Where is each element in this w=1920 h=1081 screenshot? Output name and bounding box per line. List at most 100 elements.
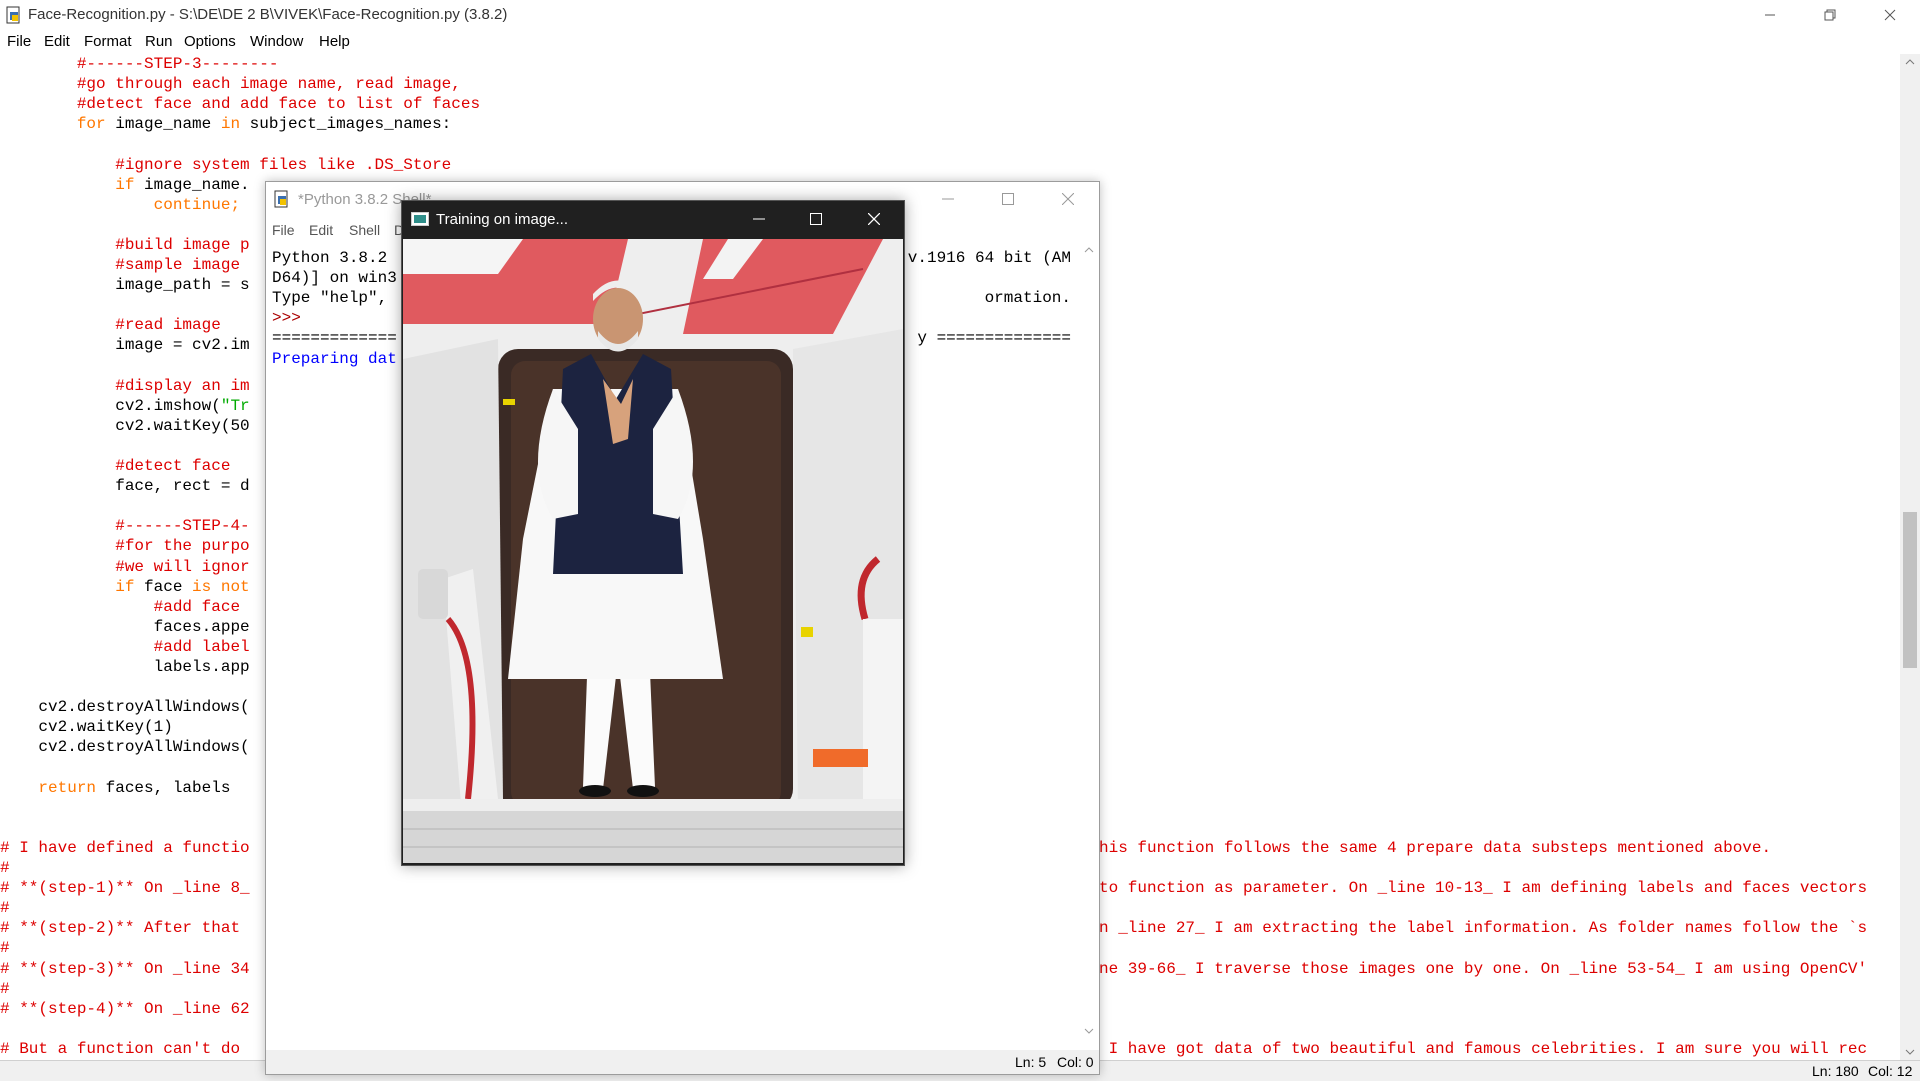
- menu-edit[interactable]: Edit: [44, 33, 70, 50]
- image-minimize-icon[interactable]: [753, 213, 765, 225]
- menu-file[interactable]: File: [7, 33, 31, 50]
- code-token: cv2.waitKey(1): [38, 718, 173, 737]
- code-line: cv2.destroyAllWindows(: [0, 737, 250, 757]
- code-line: # But a function can't do: [0, 1039, 240, 1059]
- code-token: #add label: [153, 637, 250, 656]
- image-window-title: Training on image...: [436, 211, 569, 228]
- code-line: faces.appe: [0, 617, 250, 637]
- code-token: #: [0, 979, 10, 998]
- code-line: return faces, labels: [0, 778, 230, 798]
- code-token: #we will ignor: [115, 557, 250, 576]
- minimize-button[interactable]: [1740, 0, 1800, 30]
- code-line: #ignore system files like .DS_Store: [0, 155, 451, 175]
- code-token: labels.app: [153, 658, 250, 676]
- code-comment-fragment: to function as parameter. On _line 10-13…: [1099, 879, 1868, 898]
- shell-line-left: =============: [272, 329, 397, 348]
- code-line: cv2.waitKey(50: [0, 416, 250, 436]
- shell-maximize-icon[interactable]: [1002, 193, 1014, 205]
- menu-run[interactable]: Run: [145, 33, 173, 50]
- code-line: face, rect = d: [0, 476, 249, 496]
- image-maximize-icon[interactable]: [810, 213, 822, 225]
- code-token: # But a function can't do: [0, 1039, 241, 1058]
- editor-vertical-scrollbar[interactable]: [1900, 54, 1920, 1060]
- shell-vertical-scrollbar[interactable]: [1079, 243, 1099, 1038]
- python-file-icon: [6, 6, 20, 24]
- code-token: image_name.: [134, 175, 250, 194]
- code-line: #: [0, 979, 10, 999]
- code-line: #for the purpo: [0, 536, 249, 556]
- code-line: #------STEP-4-: [0, 516, 249, 536]
- code-token: subject_images_names:: [240, 115, 452, 134]
- shell-line-right: v.1916 64 bit (AM: [907, 249, 1071, 267]
- code-token: face: [134, 577, 193, 596]
- shell-scroll-up-icon[interactable]: [1079, 243, 1099, 257]
- menu-window[interactable]: Window: [250, 33, 303, 50]
- restore-button[interactable]: [1800, 0, 1860, 30]
- python-shell-icon: [274, 190, 288, 208]
- image-window-titlebar[interactable]: Training on image...: [402, 201, 904, 238]
- shell-line-left: D64)] on win3: [272, 269, 397, 288]
- shell-line-left: Python 3.8.2: [272, 249, 397, 267]
- menu-format[interactable]: Format: [84, 33, 132, 50]
- code-token: is not: [192, 577, 250, 596]
- shell-menu-edit[interactable]: Edit: [309, 222, 333, 238]
- shell-line-left: Type "help",: [272, 289, 397, 308]
- code-token: #ignore system files like .DS_Store: [115, 155, 452, 174]
- code-token: cv2.destroyAllWindows(: [38, 698, 250, 717]
- code-comment-fragment: his function follows the same 4 prepare …: [1099, 838, 1772, 857]
- code-token: continue;: [153, 195, 241, 214]
- code-comment-fragment: n _line 27_ I am extracting the label in…: [1099, 919, 1868, 938]
- shell-minimize-icon[interactable]: [942, 193, 954, 205]
- code-token: cv2.waitKey(50: [115, 416, 250, 435]
- code-token: #------STEP-3--------: [76, 55, 279, 73]
- main-menubar: File Edit Format Run Options Window Help: [0, 30, 1920, 54]
- code-line: cv2.imshow("Tr: [0, 396, 249, 416]
- close-button[interactable]: [1860, 0, 1920, 30]
- code-line: image = cv2.im: [0, 335, 249, 355]
- shell-menu-file[interactable]: File: [272, 222, 295, 238]
- code-line: #sample image: [0, 255, 240, 275]
- shell-scroll-down-icon[interactable]: [1079, 1024, 1099, 1038]
- training-image-window[interactable]: Training on image...: [401, 200, 905, 866]
- code-line: cv2.waitKey(1): [0, 717, 173, 737]
- code-token: # **(step-2)** After that: [0, 919, 241, 938]
- code-line: cv2.destroyAllWindows(: [0, 697, 250, 717]
- main-window-titlebar[interactable]: Face-Recognition.py - S:\DE\DE 2 B\VIVEK…: [0, 0, 1920, 30]
- shell-close-icon[interactable]: [1062, 193, 1074, 205]
- training-photo: [403, 239, 903, 863]
- code-token: #: [0, 859, 10, 877]
- code-token: #: [0, 899, 10, 918]
- col-indicator: Col: 12: [1868, 1063, 1913, 1079]
- shell-menu-shell[interactable]: Shell: [349, 222, 380, 238]
- code-line: continue;: [0, 195, 240, 215]
- code-token: return: [38, 778, 97, 797]
- code-token: #: [0, 939, 10, 958]
- code-token: cv2.imshow(: [115, 396, 221, 415]
- code-token: #sample image: [115, 256, 241, 274]
- code-token: in: [220, 115, 241, 134]
- shell-line-right: ormation.: [984, 289, 1071, 308]
- code-line: # I have defined a functio: [0, 838, 250, 858]
- editor-scrollbar-thumb[interactable]: [1903, 512, 1917, 668]
- restore-icon: [1824, 9, 1836, 21]
- code-line: #: [0, 858, 10, 878]
- menu-help[interactable]: Help: [319, 33, 350, 50]
- code-token: # **(step-3)** On _line 34: [0, 959, 250, 978]
- code-token: image_path = s: [115, 276, 250, 295]
- code-token: #detect face and add face to list of fac…: [76, 95, 481, 114]
- image-close-icon[interactable]: [868, 213, 880, 225]
- code-token: #go through each image name, read image,: [76, 75, 461, 94]
- scroll-down-icon[interactable]: [1900, 1044, 1920, 1060]
- scroll-up-icon[interactable]: [1900, 54, 1920, 70]
- code-line: #go through each image name, read image,: [0, 74, 461, 94]
- code-line: #detect face and add face to list of fac…: [0, 94, 480, 114]
- code-token: #detect face: [115, 457, 231, 475]
- code-token: cv2.destroyAllWindows(: [38, 738, 250, 757]
- person-at-aircraft-door-image: [403, 239, 903, 863]
- code-line: image_path = s: [0, 275, 250, 295]
- code-line: #we will ignor: [0, 557, 250, 577]
- code-line: #display an im: [0, 376, 249, 396]
- menu-options[interactable]: Options: [184, 33, 236, 50]
- shell-col-indicator: Col: 0: [1057, 1054, 1094, 1070]
- shell-line-right: y ==============: [917, 329, 1071, 348]
